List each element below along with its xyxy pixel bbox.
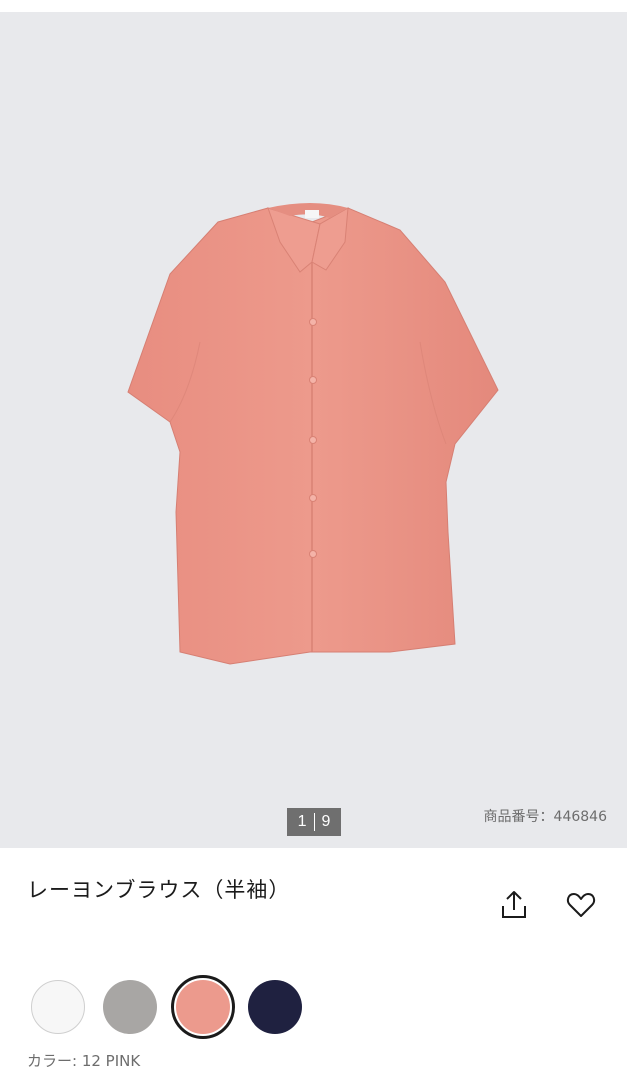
color-swatch-navy[interactable]	[248, 980, 302, 1034]
color-swatch-white[interactable]	[31, 980, 85, 1034]
selected-color-label: カラー: 12 PINK	[27, 1052, 141, 1070]
product-image-gallery[interactable]: 1 9 商品番号：446846	[0, 12, 627, 848]
counter-divider	[313, 813, 315, 831]
product-title: レーヨンブラウス（半袖）	[27, 878, 291, 902]
product-photo	[127, 203, 499, 665]
share-icon	[502, 891, 526, 918]
share-button[interactable]	[497, 888, 531, 922]
heart-icon	[566, 893, 596, 917]
color-swatch-pink[interactable]	[176, 980, 230, 1034]
favorite-button[interactable]	[564, 888, 598, 922]
top-strip	[0, 0, 627, 12]
product-code: 商品番号：446846	[483, 809, 607, 825]
current-image-number: 1	[297, 813, 307, 830]
total-images-number: 9	[321, 813, 331, 830]
image-counter: 1 9	[287, 808, 341, 836]
color-swatch-gray[interactable]	[103, 980, 157, 1034]
